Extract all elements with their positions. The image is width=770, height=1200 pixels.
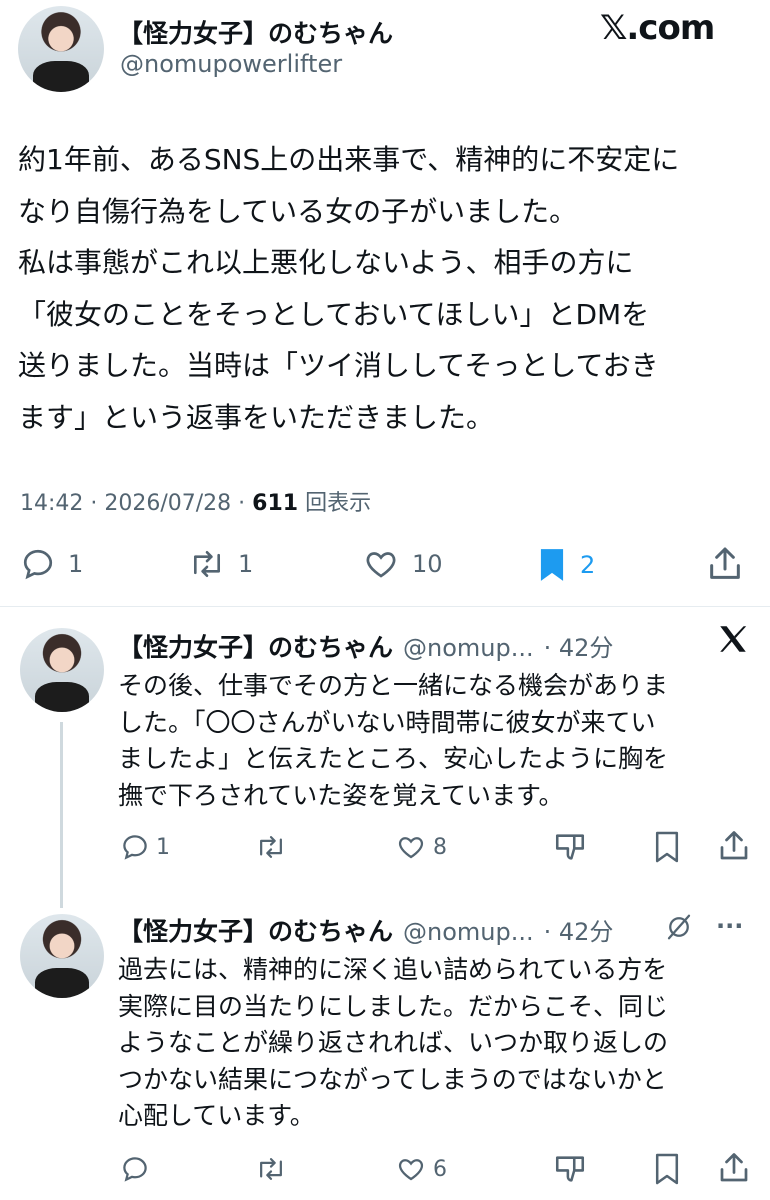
like-button[interactable]: 10 [362,546,443,582]
reply-body: その後、仕事でその方と一緒になる機会がありま した。「〇〇さんがいない時間帯に彼… [118,668,668,814]
retweet-button[interactable]: 1 [188,546,253,582]
like-count: 8 [433,834,447,860]
share-icon [710,547,740,579]
thumbs-down-icon [555,1156,585,1182]
view-count: 611 [252,491,299,516]
reply-icon [123,835,147,860]
reply-header: 【怪力女子】のむちゃん @nomup... · 42分 [118,628,613,664]
share-icon [720,831,748,860]
share-button[interactable] [716,828,752,864]
tweet-meta: 14:42 · 2026/07/28 · 611 回表示 [20,485,371,517]
bookmark-count: 2 [580,551,596,579]
retweet-button[interactable] [255,1154,293,1184]
reply-line: した。「〇〇さんがいない時間帯に彼女が来てい [118,707,656,737]
bookmark-filled-icon [540,549,564,581]
reply-line: ようなことが繰り返されれば、いつか取り返しの [118,1028,669,1057]
bookmark-button[interactable] [653,1152,681,1186]
tweet-line: 送りました。当時は「ツイ消ししてそっとしておき [18,349,659,382]
share-button[interactable] [716,1150,752,1186]
reply-button[interactable]: 1 [120,832,170,862]
author-name[interactable]: 【怪力女子】のむちゃん [118,14,393,50]
views-label: 回表示 [298,491,372,516]
reply-line: 撫で下ろされていた姿を覚えています。 [118,780,564,810]
author-name[interactable]: 【怪力女子】のむちゃん [118,628,393,664]
reply-icon [23,549,53,580]
retweet-count: 1 [238,550,254,578]
tweet-line: ます」という返事をいただきました。 [18,400,495,434]
like-button[interactable]: 8 [395,832,447,862]
reply-line: その後、仕事でその方と一緒になる機会がありま [118,671,669,700]
post-time[interactable]: · 42分 [544,628,614,663]
reply-line: 心配しています。 [118,1101,315,1130]
avatar[interactable] [20,914,104,998]
like-count: 6 [433,1156,447,1182]
retweet-icon [193,550,221,578]
reply-icon [123,1157,147,1182]
avatar[interactable] [20,628,104,712]
tweet-line: 「彼女のことをそっとしておいてほしい」とDMを [18,297,650,331]
reply-count: 1 [68,550,84,578]
bookmark-icon [655,831,679,863]
share-button[interactable] [705,544,745,584]
timestamp[interactable]: 14:42 · 2026/07/28 · [20,491,252,516]
retweet-button[interactable] [255,832,293,862]
reply-button[interactable]: 1 [20,546,83,582]
author-handle[interactable]: @nomup... [403,634,534,662]
divider [0,606,770,607]
like-button[interactable]: 6 [395,1154,447,1184]
heart-icon [398,1159,424,1181]
reply-button[interactable] [120,1154,156,1184]
reply-count: 1 [156,834,170,860]
thumbs-down-icon [555,834,585,860]
grok-icon[interactable] [664,912,694,942]
heart-icon [366,552,396,578]
author-name[interactable]: 【怪力女子】のむちゃん [118,912,393,948]
heart-icon [398,837,424,859]
reply-line: 過去には、精神的に深く追い詰められている方を [118,955,668,984]
reply-line: ましたよ」と伝えたところ、安心したように胸を [118,744,669,773]
downvote-button[interactable] [553,830,587,864]
author-handle[interactable]: @nomup... [403,918,534,946]
bookmark-button[interactable]: 2 [536,546,595,584]
reply-line: 実際に目の当たりにしました。だからこそ、同じ [118,991,669,1021]
retweet-icon [260,1158,282,1180]
author-handle[interactable]: @nomupowerlifter [120,50,342,78]
reply-body: 過去には、精神的に深く追い詰められている方を 実際に目の当たりにしました。だから… [118,952,668,1135]
more-options-icon[interactable]: ··· [716,912,743,940]
downvote-button[interactable] [553,1152,587,1186]
retweet-icon [260,836,282,858]
share-icon [720,1153,748,1182]
post-time[interactable]: · 42分 [544,912,614,947]
reply-header: 【怪力女子】のむちゃん @nomup... · 42分 [118,912,613,948]
tweet-line: 私は事態がこれ以上悪化しないよう、相手の方に [18,246,634,279]
bookmark-button[interactable] [653,830,681,864]
bookmark-icon [655,1153,679,1185]
tweet-line: 約1年前、あるSNS上の出来事で、精神的に不安定に [18,143,680,176]
tweet-line: なり自傷行為をしている女の子がいました。 [18,194,578,228]
reply-line: つかない結果につながってしまうのではないかと [118,1064,667,1094]
thread-line [60,722,63,908]
tweet-body: 約1年前、あるSNS上の出来事で、精神的に不安定に なり自傷行為をしている女の子… [18,134,679,443]
avatar[interactable] [18,6,104,92]
x-logo-icon[interactable]: 𝕏.com [600,8,715,48]
x-logo-icon [716,622,750,656]
like-count: 10 [412,550,443,578]
